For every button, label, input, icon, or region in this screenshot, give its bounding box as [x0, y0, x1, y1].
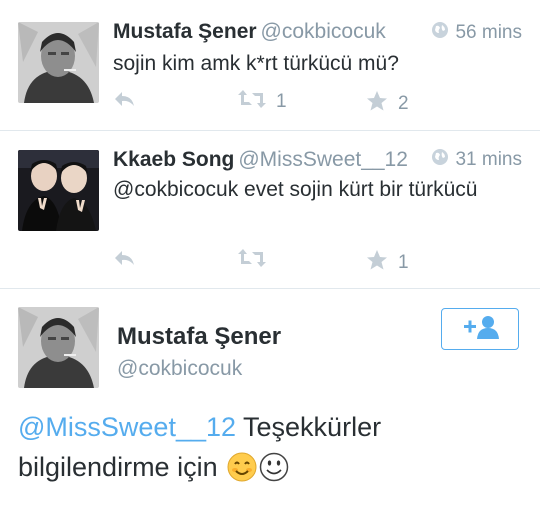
- timestamp-text: 31 mins: [455, 149, 522, 170]
- smile-emoji-icon: [227, 452, 257, 482]
- author-name[interactable]: Mustafa Şener: [117, 323, 281, 351]
- tweet[interactable]: Mustafa Şener @cokbicocuk 56 mins sojin k…: [0, 0, 540, 130]
- author-name[interactable]: Kkaeb Song: [113, 148, 234, 171]
- author-handle[interactable]: @MissSweet__12: [238, 148, 408, 171]
- tweet-actions: 1: [113, 249, 413, 273]
- reply-icon: [113, 249, 135, 273]
- reply-icon: [113, 90, 135, 114]
- follow-icon: [460, 314, 500, 345]
- globe-icon: [431, 148, 449, 172]
- favorite-icon: [366, 90, 388, 118]
- timestamp: 56 mins: [431, 21, 522, 45]
- avatar[interactable]: [18, 22, 99, 103]
- retweet-button[interactable]: 1: [238, 90, 287, 114]
- retweet-count: 1: [276, 91, 287, 112]
- tweet-header: Mustafa Şener @cokbicocuk: [113, 20, 386, 44]
- tweet[interactable]: Kkaeb Song @MissSweet__12 31 mins @cokbic…: [0, 131, 540, 288]
- mention-link[interactable]: @MissSweet__12: [18, 412, 236, 442]
- timestamp-text: 56 mins: [455, 22, 522, 43]
- retweet-icon: [238, 90, 266, 114]
- avatar[interactable]: [18, 307, 99, 388]
- reply-button[interactable]: [113, 90, 135, 114]
- favorite-button[interactable]: 1: [366, 249, 409, 277]
- reply-button[interactable]: [113, 249, 135, 273]
- tweet-text: sojin kim amk k*rt türkücü mü?: [113, 52, 399, 75]
- tweet-actions: 1 2: [113, 90, 413, 114]
- follow-button[interactable]: [441, 308, 519, 350]
- avatar[interactable]: [18, 150, 99, 231]
- favorite-count: 2: [398, 93, 409, 114]
- favorite-count: 1: [398, 252, 409, 273]
- expanded-tweet: Mustafa Şener @cokbicocuk @MissSweet__12…: [0, 289, 540, 505]
- favorite-icon: [366, 249, 388, 277]
- author-name[interactable]: Mustafa Şener: [113, 20, 257, 43]
- globe-icon: [431, 21, 449, 45]
- tweet-text: @MissSweet__12 Teşekkürler bilgilendirme…: [18, 407, 528, 487]
- favorite-button[interactable]: 2: [366, 90, 409, 118]
- author-handle[interactable]: @cokbicocuk: [117, 357, 242, 381]
- author-handle[interactable]: @cokbicocuk: [261, 20, 386, 43]
- timestamp: 31 mins: [431, 148, 522, 172]
- tweet-header: Kkaeb Song @MissSweet__12: [113, 148, 408, 172]
- retweet-icon: [238, 249, 266, 273]
- tweet-text: @cokbicocuk evet sojin kürt bir türkücü: [113, 178, 478, 201]
- retweet-button[interactable]: [238, 249, 276, 273]
- grin-emoji-icon: [259, 452, 289, 482]
